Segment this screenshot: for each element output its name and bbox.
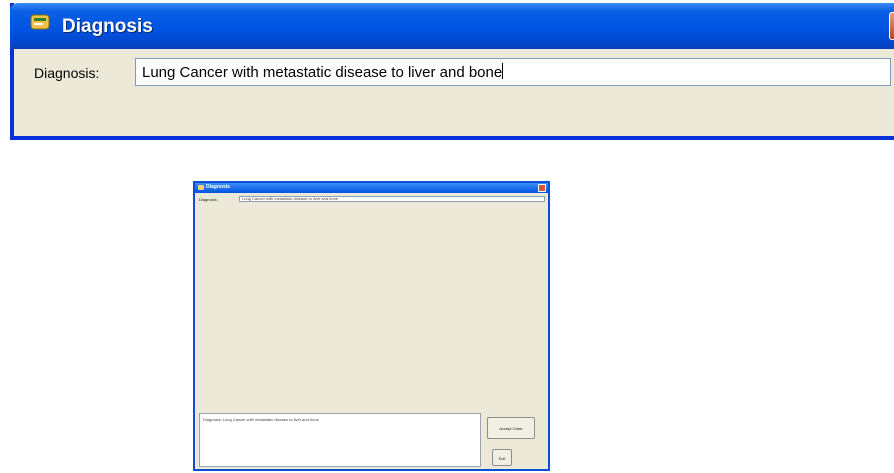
close-icon[interactable] (889, 12, 894, 40)
diagnosis-label: Diagnosis: (34, 65, 100, 81)
accept-order-button[interactable]: Accept Order (487, 417, 535, 439)
title-bar[interactable]: Diagnosis (10, 3, 894, 49)
window-title: Diagnosis (62, 16, 153, 37)
window-border (10, 136, 894, 140)
diagnosis-field[interactable]: Lung Cancer with metastatic disease to l… (135, 58, 891, 86)
diagnosis-field-value: Lung Cancer with metastatic disease to l… (142, 64, 503, 81)
thumbnail-title-bar[interactable]: Diagnosis (195, 183, 548, 193)
thumbnail-diagnosis-label: Diagnosis: (199, 197, 218, 202)
thumbnail-summary-box[interactable]: Diagnosis: Lung Cancer with metastatic d… (199, 413, 481, 467)
diagnosis-window-thumbnail: Diagnosis Diagnosis: Lung Cancer with me… (193, 181, 550, 471)
text-cursor (502, 63, 504, 79)
diagnosis-window-zoomed: Diagnosis Diagnosis: Lung Cancer with me… (10, 3, 894, 140)
app-icon (30, 14, 50, 30)
exit-button[interactable]: Exit (492, 449, 512, 466)
thumbnail-title: Diagnosis (206, 184, 230, 190)
thumbnail-app-icon (198, 185, 204, 190)
thumbnail-diagnosis-field[interactable]: Lung Cancer with metastatic disease to l… (239, 196, 545, 202)
thumbnail-close-icon[interactable] (538, 184, 546, 192)
